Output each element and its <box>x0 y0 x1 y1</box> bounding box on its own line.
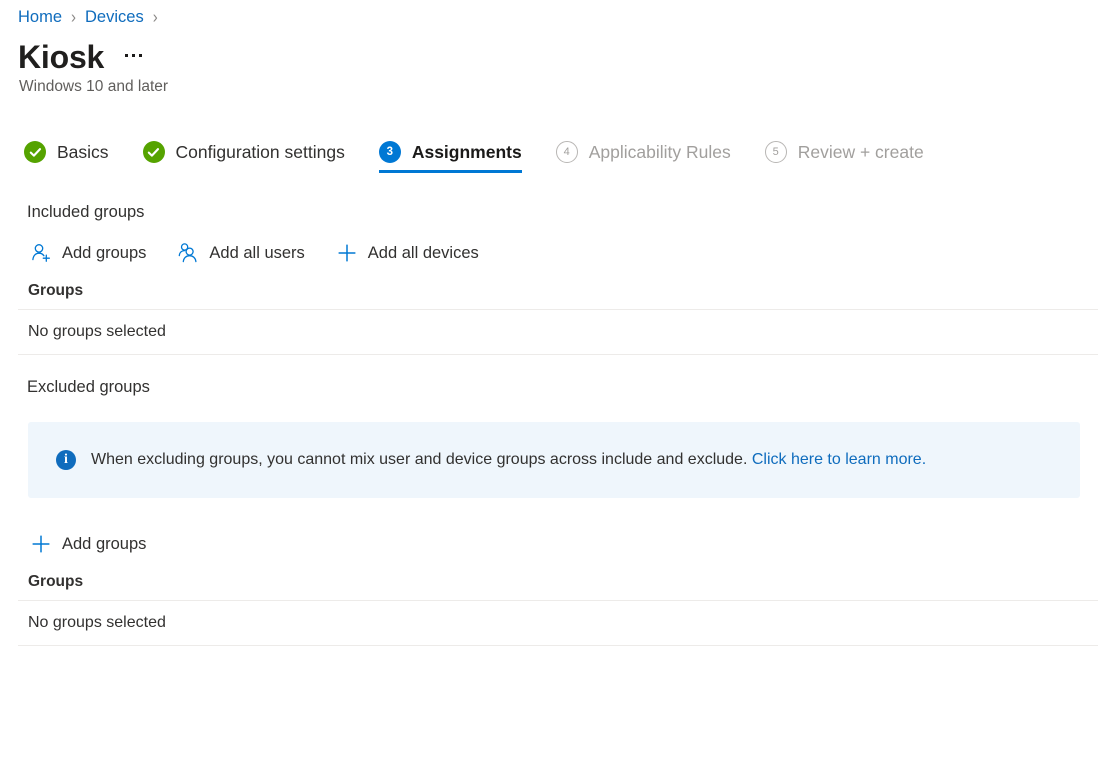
breadcrumb-item-home[interactable]: Home <box>18 8 62 27</box>
step-number-badge: 4 <box>556 141 578 163</box>
included-groups-toolbar: Add groups Add all users Add all devices <box>27 238 1098 268</box>
plus-icon <box>335 241 359 265</box>
check-circle-icon <box>143 141 165 163</box>
people-icon <box>176 241 200 265</box>
tab-label: Applicability Rules <box>589 142 731 163</box>
exclude-add-groups-button[interactable]: Add groups <box>27 530 148 558</box>
ellipsis-dot <box>139 54 142 57</box>
more-actions-button[interactable] <box>123 52 144 59</box>
toolbar-label: Add groups <box>62 244 146 263</box>
step-number-badge: 5 <box>765 141 787 163</box>
wizard-tabs: Basics Configuration settings 3 Assignme… <box>0 141 1116 189</box>
tab-configuration-settings[interactable]: Configuration settings <box>143 141 345 173</box>
assignments-panel: Included groups Add groups <box>0 203 1116 646</box>
tab-label: Review + create <box>798 142 924 163</box>
check-circle-icon <box>24 141 46 163</box>
excluded-groups-toolbar: Add groups <box>27 529 1098 559</box>
toolbar-label: Add all users <box>209 244 304 263</box>
info-icon: i <box>56 450 76 470</box>
excluded-groups-empty-row: No groups selected <box>18 601 1098 646</box>
excluded-groups-heading: Excluded groups <box>27 378 1098 397</box>
learn-more-link[interactable]: Click here to learn more. <box>752 451 926 468</box>
tab-applicability-rules[interactable]: 4 Applicability Rules <box>556 141 731 173</box>
ellipsis-dot <box>132 54 135 57</box>
tab-label: Basics <box>57 142 109 163</box>
included-groups-column-header: Groups <box>18 268 1098 310</box>
add-all-users-button[interactable]: Add all users <box>174 239 306 267</box>
add-all-devices-button[interactable]: Add all devices <box>333 239 481 267</box>
tab-underline <box>379 170 522 173</box>
toolbar-label: Add all devices <box>368 244 479 263</box>
excluded-groups-column-header: Groups <box>18 559 1098 601</box>
page-subtitle: Windows 10 and later <box>0 78 1116 96</box>
info-banner-text: When excluding groups, you cannot mix us… <box>91 451 926 469</box>
page-title: Kiosk <box>18 38 104 76</box>
add-user-icon <box>29 241 53 265</box>
exclude-info-banner: i When excluding groups, you cannot mix … <box>28 422 1080 498</box>
info-banner-message: When excluding groups, you cannot mix us… <box>91 451 747 468</box>
add-groups-button[interactable]: Add groups <box>27 239 148 267</box>
tab-assignments[interactable]: 3 Assignments <box>379 141 522 173</box>
plus-icon <box>29 532 53 556</box>
breadcrumb: Home › Devices › <box>0 0 1116 28</box>
step-number-badge: 3 <box>379 141 401 163</box>
tab-label: Assignments <box>412 142 522 163</box>
toolbar-label: Add groups <box>62 535 146 554</box>
included-groups-heading: Included groups <box>27 203 1098 222</box>
breadcrumb-item-devices[interactable]: Devices <box>85 8 144 27</box>
ellipsis-dot <box>125 54 128 57</box>
tab-label: Configuration settings <box>176 142 345 163</box>
tab-review-create[interactable]: 5 Review + create <box>765 141 924 173</box>
tab-basics[interactable]: Basics <box>24 141 109 173</box>
page-header: Kiosk <box>0 28 1116 72</box>
chevron-right-icon: › <box>153 7 158 27</box>
included-groups-empty-row: No groups selected <box>18 310 1098 355</box>
chevron-right-icon: › <box>71 7 76 27</box>
